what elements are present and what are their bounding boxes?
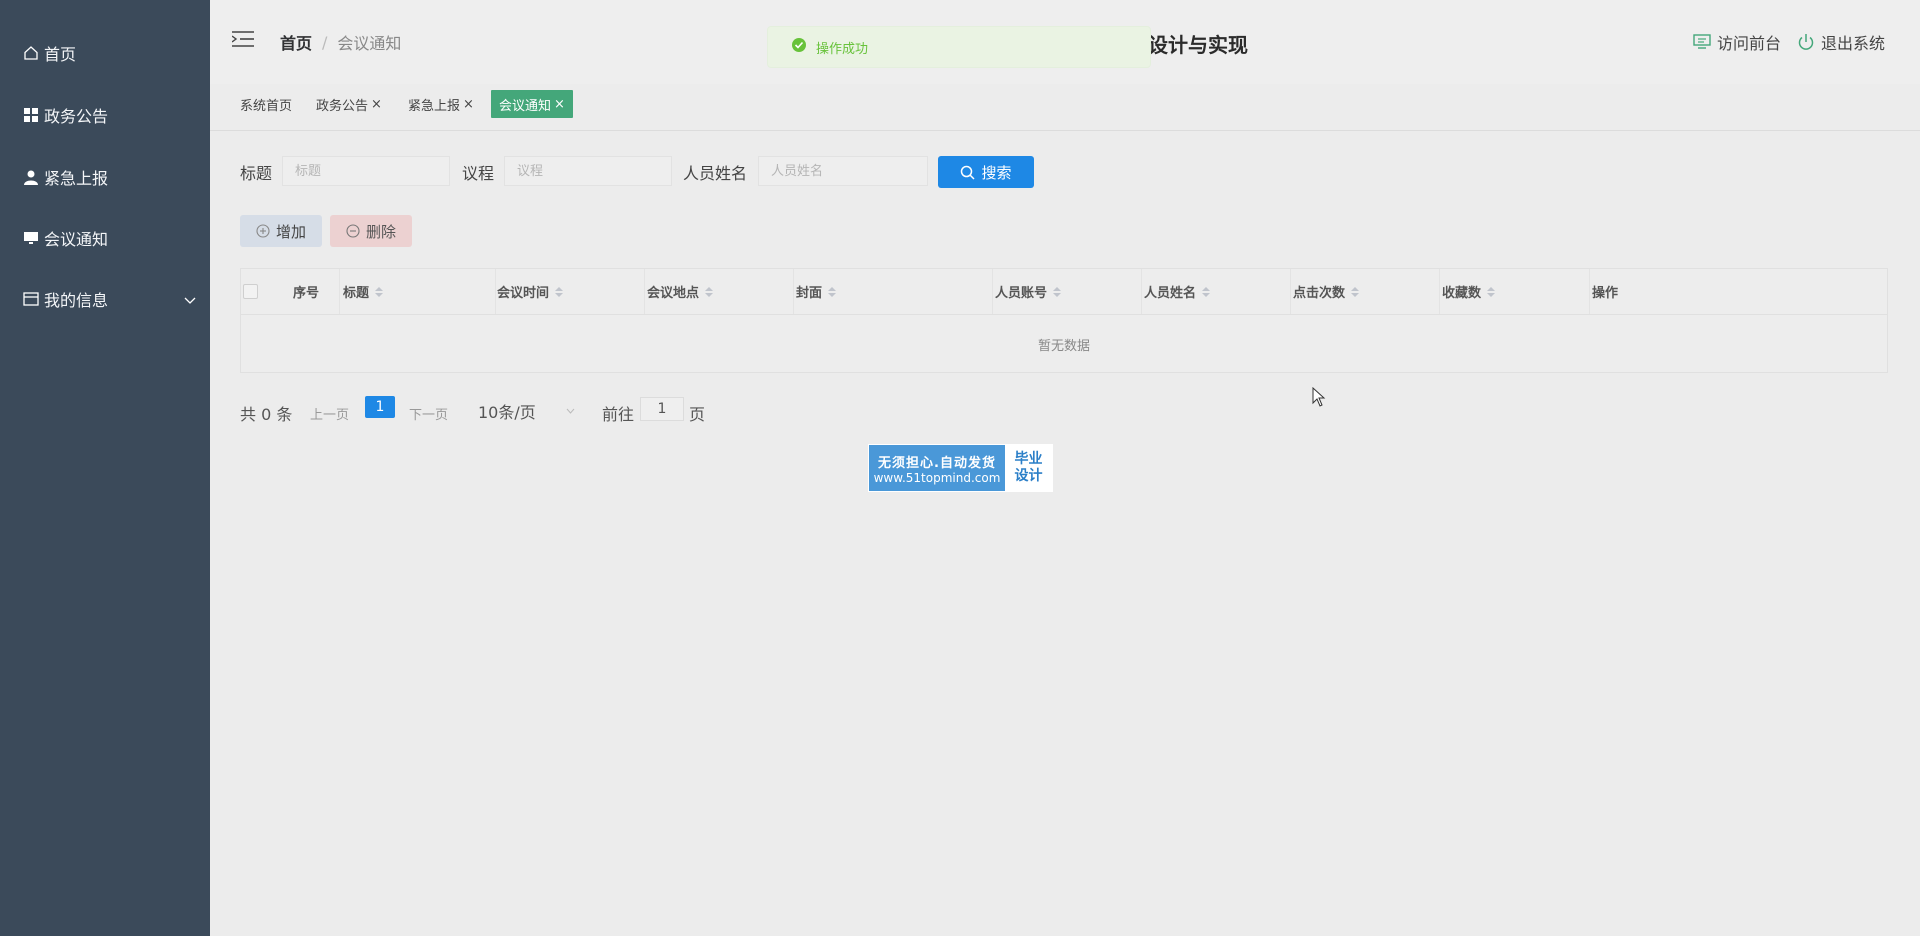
sort-icon[interactable] — [1053, 286, 1062, 297]
sidebar-item-announcements[interactable]: 政务公告 — [22, 100, 197, 130]
visit-front-label: 访问前台 — [1717, 34, 1782, 53]
tab-emergency-report[interactable]: 紧急上报 × — [400, 90, 482, 118]
column-header-title[interactable]: 标题 — [343, 269, 384, 314]
tab-label: 会议通知 — [499, 98, 552, 114]
sidebar-item-home[interactable]: 首页 — [22, 38, 197, 68]
breadcrumb-home[interactable]: 首页 — [280, 30, 312, 54]
close-icon[interactable]: × — [554, 97, 565, 112]
visit-front-link[interactable]: 访问前台 — [1693, 30, 1781, 54]
sort-icon[interactable] — [1351, 286, 1360, 297]
tab-label: 政务公告 — [316, 98, 369, 114]
grid-icon — [22, 106, 40, 124]
name-label: 人员姓名 — [683, 164, 748, 183]
data-table: 序号 标题 会议时间 会议地点 封面 人员账号 人员姓名 点击次数 收藏数 操作… — [240, 268, 1888, 373]
column-header-meeting-time[interactable]: 会议时间 — [497, 269, 564, 314]
system-title: 设计与实现 — [1148, 33, 1248, 57]
column-header-actions: 操作 — [1592, 286, 1619, 301]
sidebar: 首页 政务公告 紧急上报 会议通知 我的信息 — [0, 0, 210, 936]
badge-right2: 设计 — [1014, 468, 1043, 484]
search-button[interactable]: 搜索 — [938, 156, 1034, 188]
sort-icon[interactable] — [705, 286, 714, 297]
search-icon — [961, 165, 976, 180]
sidebar-item-my-info[interactable]: 我的信息 — [22, 284, 197, 314]
tab-announcements[interactable]: 政务公告 × — [308, 90, 390, 118]
delete-button-label: 删除 — [365, 222, 396, 241]
home-icon — [22, 44, 40, 62]
sidebar-item-emergency-report[interactable]: 紧急上报 — [22, 162, 197, 192]
delete-button[interactable]: 删除 — [330, 215, 412, 247]
sidebar-item-label: 紧急上报 — [44, 169, 109, 188]
user-icon — [22, 168, 40, 186]
pagination-page-1[interactable]: 1 — [365, 396, 395, 418]
select-all-checkbox[interactable] — [243, 284, 258, 299]
tab-system-home[interactable]: 系统首页 — [232, 90, 300, 118]
plus-circle-icon — [256, 224, 270, 238]
search-button-label: 搜索 — [981, 163, 1012, 182]
tab-meeting-notice[interactable]: 会议通知 × — [491, 90, 573, 118]
pagination-page-unit: 页 — [689, 405, 706, 424]
monitor-icon — [1693, 34, 1711, 49]
power-icon — [1798, 34, 1814, 50]
sort-icon[interactable] — [1202, 286, 1211, 297]
menu-toggle-icon[interactable] — [231, 30, 254, 48]
watermark-badge: 无须担心.自动发货 www.51topmind.com 毕业 设计 — [868, 444, 1053, 492]
tab-label: 紧急上报 — [408, 98, 461, 114]
agenda-label: 议程 — [462, 164, 495, 183]
add-button-label: 增加 — [275, 222, 306, 241]
breadcrumb: 首页 / 会议通知 — [280, 30, 401, 54]
sidebar-item-label: 我的信息 — [44, 291, 109, 310]
sort-icon[interactable] — [1487, 286, 1496, 297]
table-header: 序号 标题 会议时间 会议地点 封面 人员账号 人员姓名 点击次数 收藏数 操作 — [241, 269, 1887, 315]
name-input[interactable] — [758, 156, 928, 186]
column-header-account[interactable]: 人员账号 — [995, 269, 1062, 314]
sort-icon[interactable] — [828, 286, 837, 297]
sidebar-item-label: 政务公告 — [44, 107, 109, 126]
chevron-down-icon — [183, 290, 197, 309]
monitor-icon — [22, 229, 40, 247]
chevron-down-icon — [566, 406, 575, 417]
badge-line2: www.51topmind.com — [873, 470, 1001, 485]
column-header-index: 序号 — [293, 286, 320, 301]
column-header-cover[interactable]: 封面 — [796, 269, 837, 314]
pagination-goto-label: 前往 — [602, 405, 635, 424]
sort-icon[interactable] — [555, 286, 564, 297]
breadcrumb-current: 会议通知 — [337, 34, 402, 53]
sidebar-item-label: 会议通知 — [44, 230, 109, 249]
column-header-favorites[interactable]: 收藏数 — [1442, 269, 1496, 314]
logout-link[interactable]: 退出系统 — [1797, 30, 1885, 54]
badge-line1: 无须担心.自动发货 — [878, 455, 996, 471]
pagination-prev[interactable]: 上一页 — [310, 398, 349, 428]
badge-right1: 毕业 — [1014, 451, 1043, 467]
logout-label: 退出系统 — [1821, 34, 1886, 53]
empty-placeholder: 暂无数据 — [1037, 338, 1090, 354]
close-icon[interactable]: × — [371, 97, 382, 112]
tab-label: 系统首页 — [240, 98, 293, 114]
sort-icon[interactable] — [375, 286, 384, 297]
agenda-input[interactable] — [504, 156, 672, 186]
title-input[interactable] — [282, 156, 450, 186]
tabs-bar: 系统首页 政务公告 × 紧急上报 × 会议通知 × — [210, 84, 1920, 131]
sidebar-item-meeting-notice[interactable]: 会议通知 — [22, 223, 197, 253]
pagination-total: 共 0 条 — [240, 405, 293, 424]
close-icon[interactable]: × — [463, 97, 474, 112]
check-circle-icon — [792, 38, 806, 56]
minus-circle-icon — [346, 224, 360, 238]
breadcrumb-separator: / — [322, 32, 328, 52]
column-header-clicks[interactable]: 点击次数 — [1293, 269, 1360, 314]
card-icon — [22, 290, 40, 308]
title-label: 标题 — [240, 164, 273, 183]
page-size-value: 10条/页 — [478, 403, 536, 422]
add-button[interactable]: 增加 — [240, 215, 322, 247]
mouse-cursor-icon — [1312, 386, 1326, 411]
success-toast: 操作成功 — [767, 26, 1151, 68]
sidebar-item-label: 首页 — [44, 45, 77, 64]
pagination-next[interactable]: 下一页 — [409, 398, 448, 428]
pagination-goto-input[interactable] — [640, 397, 684, 421]
toast-message: 操作成功 — [816, 41, 869, 57]
column-header-meeting-place[interactable]: 会议地点 — [647, 269, 714, 314]
page-size-select[interactable]: 10条/页 — [478, 399, 575, 423]
column-header-name[interactable]: 人员姓名 — [1144, 269, 1211, 314]
